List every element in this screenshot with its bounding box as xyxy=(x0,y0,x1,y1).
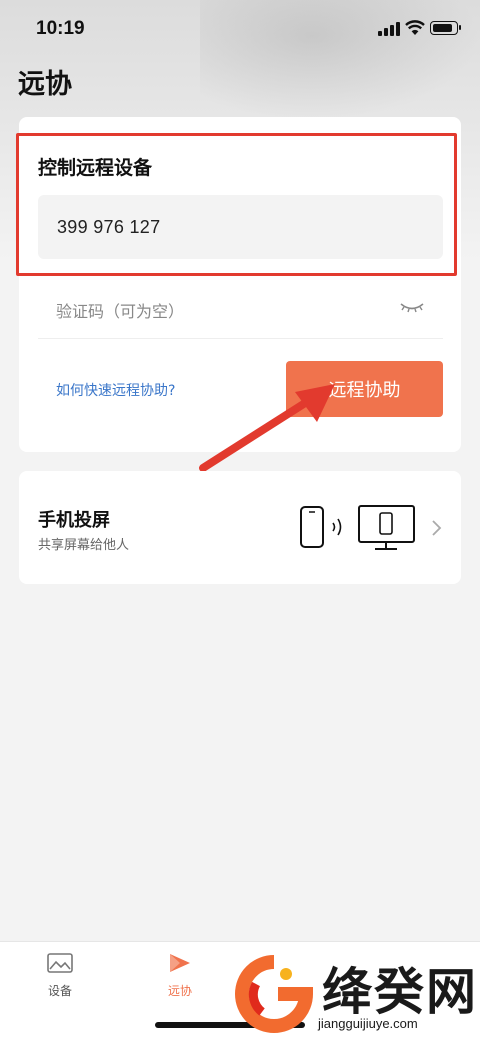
battery-icon xyxy=(430,21,461,35)
image-icon xyxy=(47,953,73,973)
help-link[interactable]: 如何快速远程协助? xyxy=(56,380,175,400)
tab-devices-label: 设备 xyxy=(47,984,72,998)
verification-code-placeholder: 验证码（可为空） xyxy=(56,302,185,321)
arrow-annotation-icon xyxy=(199,384,335,472)
chevron-right-icon xyxy=(432,520,442,536)
watermark-name: 绛癸网 xyxy=(322,963,478,1021)
verification-code-field[interactable]: 验证码（可为空） xyxy=(38,279,443,339)
wifi-icon xyxy=(405,20,425,35)
screen-mirror-card[interactable]: 手机投屏 共享屏幕给他人 xyxy=(19,471,461,584)
phone-to-monitor-icon xyxy=(300,505,415,550)
status-time: 10:19 xyxy=(36,18,85,39)
eye-closed-icon[interactable] xyxy=(399,297,425,317)
play-icon xyxy=(170,954,190,972)
screen-mirror-title: 手机投屏 xyxy=(38,510,110,531)
watermark-url: jiangguijiuye.com xyxy=(318,1016,418,1031)
screen-mirror-subtitle: 共享屏幕给他人 xyxy=(38,538,130,553)
highlight-annotation-box xyxy=(16,133,457,276)
tab-devices[interactable]: 设备 xyxy=(25,952,95,999)
page-title: 远协 xyxy=(18,69,72,100)
watermark-logo-icon xyxy=(235,955,314,1033)
status-bar: 10:19 xyxy=(0,0,480,58)
site-watermark: 绛癸网 jiangguijiuye.com xyxy=(230,946,480,1039)
tab-remote-assist[interactable]: 远协 xyxy=(145,952,215,999)
cellular-signal-icon xyxy=(378,22,400,36)
tab-remote-assist-label: 远协 xyxy=(167,984,192,998)
